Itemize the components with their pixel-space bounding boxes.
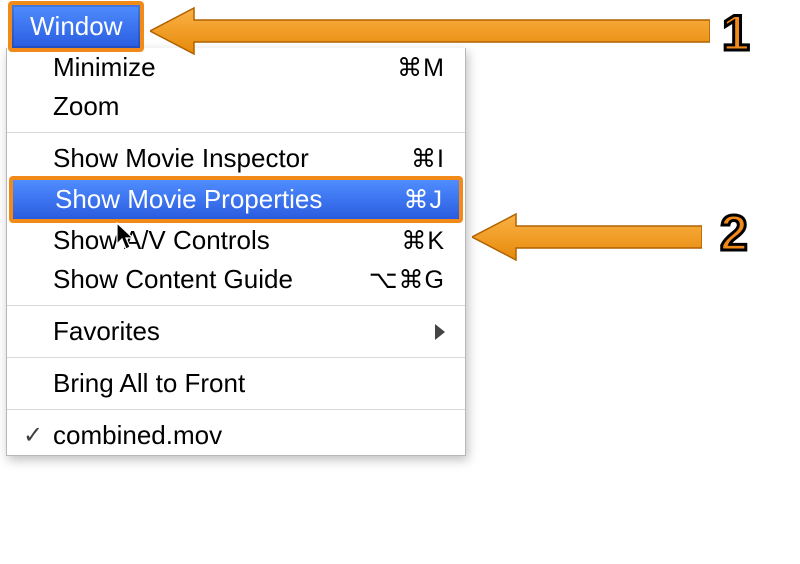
menu-separator [7,409,465,410]
menu-separator [7,132,465,133]
submenu-arrow-icon [435,324,445,340]
annotation-step-number: 2 [720,204,748,262]
menu-label: Minimize [53,52,156,83]
annotation-arrow-icon [150,6,710,56]
menu-shortcut: ⌘J [404,185,444,215]
checkmark-icon: ✓ [23,421,43,450]
menu-shortcut: ⌘K [401,226,445,256]
annotation-step-number: 1 [722,4,750,62]
menu-label: combined.mov [53,420,222,451]
menu-label: Show Movie Inspector [53,143,309,174]
menu-item-show-movie-properties[interactable]: Show Movie Properties ⌘J [9,176,463,223]
menu-item-show-content-guide[interactable]: Show Content Guide ⌥⌘G [7,260,465,299]
annotation-arrow-icon [472,212,702,262]
menu-label: Show A/V Controls [53,225,270,256]
menu-shortcut: ⌘I [411,144,445,174]
menu-label: Show Movie Properties [55,184,322,215]
window-menu-title[interactable]: Window [8,1,144,52]
menu-item-bring-all-to-front[interactable]: Bring All to Front [7,364,465,403]
menu-item-show-av-controls[interactable]: Show A/V Controls ⌘K [7,221,465,260]
menu-item-show-movie-inspector[interactable]: Show Movie Inspector ⌘I [7,139,465,178]
mouse-cursor-icon [116,222,138,252]
menu-label: Show Content Guide [53,264,293,295]
menu-item-zoom[interactable]: Zoom [7,87,465,126]
menu-item-favorites[interactable]: Favorites [7,312,465,351]
menu-separator [7,305,465,306]
menu-label: Bring All to Front [53,368,245,399]
menu-label: Favorites [53,316,160,347]
menu-label: Zoom [53,91,119,122]
menu-shortcut: ⌥⌘G [369,265,445,295]
menu-item-window-combined-mov[interactable]: ✓ combined.mov [7,416,465,455]
window-dropdown-menu: Minimize ⌘M Zoom Show Movie Inspector ⌘I… [6,48,466,456]
menubar: Window [8,6,144,46]
menu-shortcut: ⌘M [397,53,445,83]
menu-separator [7,357,465,358]
